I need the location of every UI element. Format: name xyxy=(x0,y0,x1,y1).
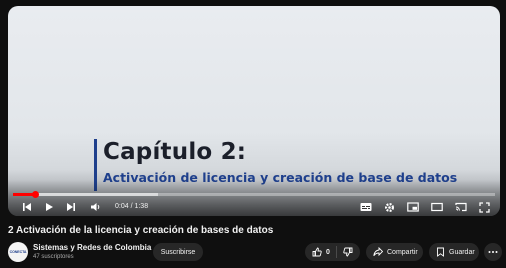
theater-mode-button[interactable] xyxy=(430,200,444,214)
save-button[interactable]: Guardar xyxy=(429,243,479,261)
next-button[interactable] xyxy=(64,200,78,214)
channel-avatar[interactable]: CONECTA xyxy=(8,242,28,262)
like-icon xyxy=(312,247,322,257)
play-icon xyxy=(46,203,53,211)
controls-gradient xyxy=(8,180,500,216)
save-label: Guardar xyxy=(449,248,475,256)
share-label: Compartir xyxy=(387,248,418,256)
time-display: 0:04 / 1:38 xyxy=(115,203,149,210)
miniplayer-icon xyxy=(407,202,419,212)
settings-icon xyxy=(384,202,394,212)
subscribe-label: Suscribirse xyxy=(160,248,196,256)
like-dislike-group: 0 xyxy=(305,243,360,261)
next-icon xyxy=(67,203,75,211)
chapter-title: Capítulo 2: xyxy=(103,139,247,165)
previous-button[interactable] xyxy=(20,200,34,214)
channel-name[interactable]: Sistemas y Redes de Colombia xyxy=(33,243,151,252)
share-icon xyxy=(373,247,383,257)
video-player[interactable]: Capítulo 2: Activación de licencia y cre… xyxy=(8,6,500,216)
like-count: 0 xyxy=(326,248,330,256)
fullscreen-icon xyxy=(478,201,490,213)
subscribe-button[interactable]: Suscribirse xyxy=(153,243,203,261)
miniplayer-button[interactable] xyxy=(406,200,420,214)
subscriber-count: 47 suscriptores xyxy=(33,254,74,260)
more-actions-button[interactable] xyxy=(484,243,502,261)
cast-button[interactable] xyxy=(454,200,468,214)
play-button[interactable] xyxy=(42,200,56,214)
more-icon xyxy=(488,251,498,253)
progress-scrubber[interactable] xyxy=(31,191,39,198)
subtitles-button[interactable] xyxy=(359,200,373,214)
avatar-logo-text: CONECTA xyxy=(9,250,27,254)
video-title: 2 Activación de la licencia y creación d… xyxy=(8,225,274,236)
share-button[interactable]: Compartir xyxy=(366,243,423,261)
subtitles-icon xyxy=(360,203,372,211)
progress-bar[interactable] xyxy=(13,191,495,198)
volume-icon xyxy=(90,203,99,211)
like-button[interactable]: 0 xyxy=(305,243,330,261)
dislike-icon xyxy=(343,247,353,257)
cast-icon xyxy=(455,202,467,212)
dislike-button[interactable] xyxy=(337,243,360,261)
fullscreen-button[interactable] xyxy=(477,200,491,214)
previous-icon xyxy=(23,203,31,211)
theater-icon xyxy=(431,202,443,212)
settings-button[interactable] xyxy=(382,200,396,214)
save-icon xyxy=(437,247,444,257)
volume-button[interactable] xyxy=(87,200,103,214)
